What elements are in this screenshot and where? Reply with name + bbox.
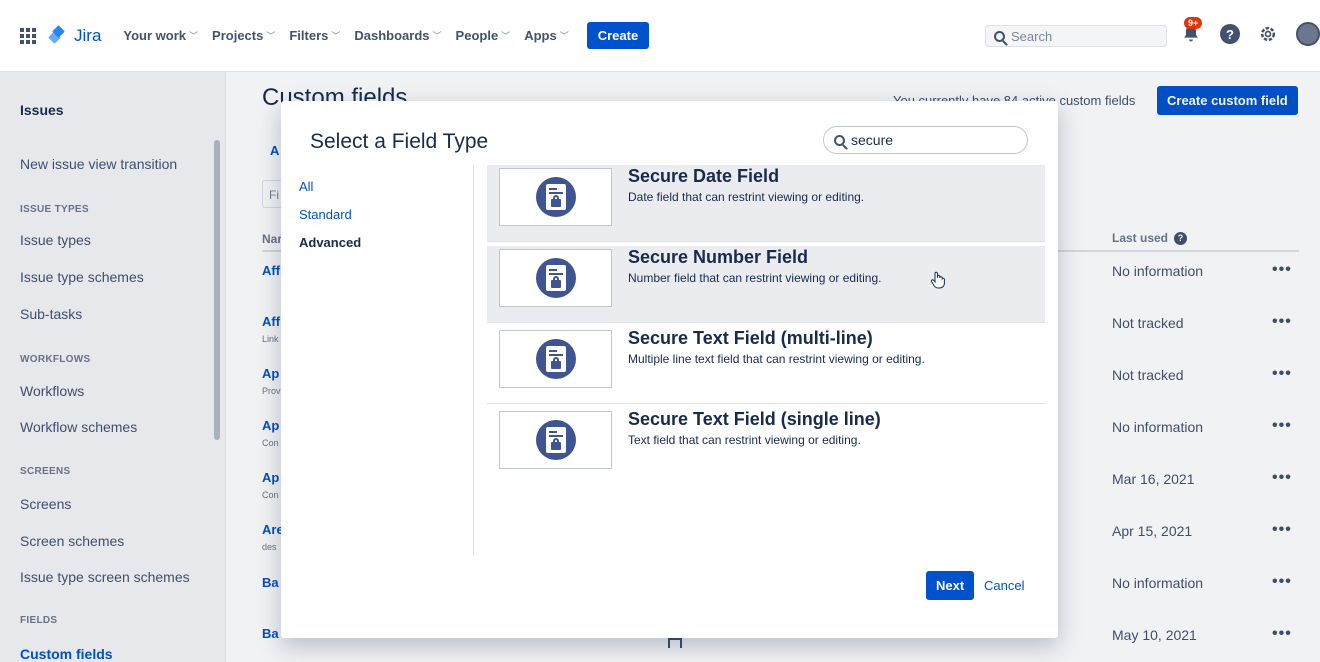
field-type-name: Secure Text Field (single line) bbox=[628, 409, 881, 429]
category-list: All Standard Advanced bbox=[299, 179, 361, 263]
dialog-title: Select a Field Type bbox=[310, 130, 489, 153]
nav-label: People bbox=[455, 28, 499, 43]
field-type-list: Secure Date Field Date field that can re… bbox=[487, 165, 1045, 485]
chevron-down-icon: ﹀ bbox=[266, 31, 276, 41]
secure-field-icon bbox=[499, 411, 612, 469]
field-type-name: Secure Text Field (multi-line) bbox=[628, 328, 873, 348]
nav-your-work[interactable]: Your work ﹀ bbox=[123, 28, 198, 43]
nav-label: Projects bbox=[212, 28, 264, 43]
select-field-type-dialog: Select a Field Type secure All Standard … bbox=[281, 101, 1058, 638]
nav-label: Dashboards bbox=[354, 28, 430, 43]
chevron-down-icon: ﹀ bbox=[559, 31, 569, 41]
jira-logo-icon bbox=[48, 24, 68, 45]
field-type-option[interactable]: Secure Text Field (single line) Text fie… bbox=[487, 408, 1045, 485]
field-type-name: Secure Number Field bbox=[628, 247, 809, 267]
app-switcher-icon[interactable] bbox=[20, 27, 36, 44]
secure-field-icon bbox=[499, 330, 612, 388]
nav-projects[interactable]: Projects ﹀ bbox=[212, 28, 275, 43]
global-search-input[interactable]: Search bbox=[985, 25, 1167, 47]
nav-label: Apps bbox=[524, 28, 557, 43]
search-icon bbox=[834, 134, 845, 146]
chevron-down-icon: ﹀ bbox=[432, 31, 442, 41]
search-icon bbox=[994, 30, 1005, 42]
nav-people[interactable]: People ﹀ bbox=[456, 28, 511, 43]
create-button[interactable]: Create bbox=[586, 22, 650, 49]
notification-badge: 9+ bbox=[1184, 17, 1203, 29]
field-type-description: Number field that can restrint viewing o… bbox=[628, 271, 882, 285]
search-value: secure bbox=[851, 132, 894, 148]
help-icon[interactable]: ? bbox=[1220, 24, 1240, 44]
nav-apps[interactable]: Apps ﹀ bbox=[524, 28, 569, 43]
search-placeholder: Search bbox=[1011, 28, 1053, 44]
nav-label: Your work bbox=[123, 28, 187, 43]
field-type-option[interactable]: Secure Text Field (multi-line) Multiple … bbox=[487, 327, 1045, 404]
chevron-down-icon: ﹀ bbox=[501, 31, 511, 41]
cancel-button[interactable]: Cancel bbox=[984, 578, 1024, 593]
secure-field-icon bbox=[499, 249, 612, 307]
jira-logo[interactable]: Jira bbox=[48, 24, 102, 46]
field-type-option[interactable]: Secure Number Field Number field that ca… bbox=[487, 246, 1045, 323]
chevron-down-icon: ﹀ bbox=[189, 31, 199, 41]
field-type-description: Date field that can restrint viewing or … bbox=[628, 190, 865, 204]
nav-filters[interactable]: Filters ﹀ bbox=[289, 28, 340, 43]
field-type-description: Text field that can restrint viewing or … bbox=[628, 433, 861, 447]
field-type-search-input[interactable]: secure bbox=[823, 126, 1028, 154]
top-right-icons: 9+ ? bbox=[1180, 17, 1320, 46]
field-type-name: Secure Date Field bbox=[628, 166, 780, 186]
avatar[interactable] bbox=[1296, 22, 1320, 46]
notification-icon[interactable]: 9+ bbox=[1180, 17, 1203, 45]
field-type-option[interactable]: Secure Date Field Date field that can re… bbox=[487, 165, 1045, 242]
nav-label: Filters bbox=[289, 28, 329, 43]
category-standard[interactable]: Standard bbox=[299, 207, 361, 222]
hand-cursor-icon bbox=[930, 271, 945, 289]
field-type-description: Multiple line text field that can restri… bbox=[628, 352, 925, 366]
chevron-down-icon: ﹀ bbox=[331, 31, 341, 41]
nav-dashboards[interactable]: Dashboards ﹀ bbox=[354, 28, 441, 43]
category-advanced[interactable]: Advanced bbox=[299, 235, 361, 250]
category-divider bbox=[473, 165, 474, 556]
next-button[interactable]: Next bbox=[926, 571, 975, 600]
settings-icon[interactable] bbox=[1258, 24, 1278, 44]
app-name: Jira bbox=[74, 25, 102, 45]
secure-field-icon bbox=[499, 168, 612, 226]
category-all[interactable]: All bbox=[299, 179, 361, 194]
